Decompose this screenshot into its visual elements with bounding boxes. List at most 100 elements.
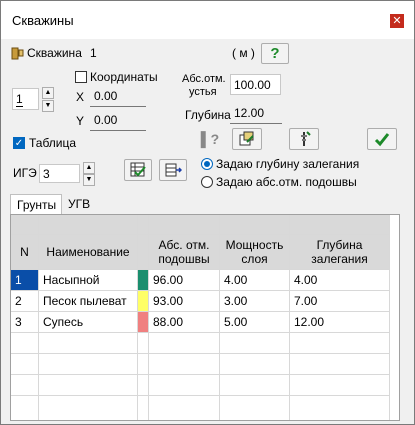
empty-row-cell[interactable] (138, 333, 149, 354)
row1-abs[interactable]: 96.00 (149, 270, 220, 291)
empty-row-cell[interactable] (39, 354, 138, 375)
elevation-label-line2: устья (189, 86, 217, 98)
row3-depth[interactable]: 12.00 (290, 312, 390, 333)
insert-row-button[interactable] (159, 159, 187, 181)
empty-row-cell[interactable] (220, 396, 290, 420)
header-blank (220, 215, 290, 235)
table-label: Таблица (29, 136, 77, 150)
row3-name[interactable]: Супесь (39, 312, 138, 333)
empty-row-cell[interactable] (11, 333, 39, 354)
edit-layer-button[interactable] (232, 128, 262, 150)
empty-row-cell[interactable] (220, 354, 290, 375)
elevation-input[interactable]: 100.00 (230, 74, 281, 95)
soil-grid[interactable]: N Наименование Абс. отм. подошвы Мощность… (10, 214, 400, 421)
tab-soils[interactable]: Грунты (10, 194, 62, 214)
header-name[interactable]: Наименование (39, 235, 138, 270)
tab-groundwater[interactable]: УГВ (62, 194, 102, 214)
header-depth[interactable]: Глубина залегания (290, 235, 390, 270)
header-abs[interactable]: Абс. отм. подошвы (149, 235, 220, 270)
window-title: Скважины (12, 13, 74, 28)
row1-n[interactable]: 1 (11, 270, 39, 291)
empty-row-cell[interactable] (39, 396, 138, 420)
row2-abs[interactable]: 93.00 (149, 291, 220, 312)
table-checkbox[interactable]: ✓ (13, 137, 25, 149)
coordinates-checkbox[interactable] (75, 71, 87, 83)
row3-color-swatch[interactable] (138, 312, 149, 333)
empty-row-cell[interactable] (39, 375, 138, 396)
empty-row-cell[interactable] (290, 354, 390, 375)
empty-row-cell[interactable] (11, 375, 39, 396)
ige-input[interactable]: 3 (39, 164, 80, 183)
radio-abs-elevation[interactable] (201, 176, 213, 188)
empty-row-cell[interactable] (290, 375, 390, 396)
header-blank (290, 215, 390, 235)
y-label: Y (76, 114, 85, 128)
green-check-icon (374, 133, 390, 147)
empty-row-cell[interactable] (290, 396, 390, 420)
empty-row-cell[interactable] (149, 396, 220, 420)
units-label: ( м ) (232, 46, 255, 60)
empty-row-cell[interactable] (220, 375, 290, 396)
elevation-label-line1: Абс.отм. (182, 73, 226, 85)
empty-row-cell[interactable] (220, 333, 290, 354)
header-blank (39, 215, 138, 235)
row1-color-swatch[interactable] (138, 270, 149, 291)
empty-row-cell[interactable] (290, 333, 390, 354)
apply-button[interactable] (367, 128, 397, 150)
row2-name[interactable]: Песок пылеват (39, 291, 138, 312)
spin-down-button[interactable]: ▼ (42, 100, 54, 112)
soil-list-button[interactable] (124, 159, 152, 181)
row1-thickness[interactable]: 4.00 (220, 270, 290, 291)
empty-row-cell[interactable] (149, 375, 220, 396)
title-bar[interactable]: Скважины ✕ (1, 1, 414, 39)
row2-color-swatch[interactable] (138, 291, 149, 312)
well-number-input[interactable]: 1 (12, 88, 39, 110)
row2-depth[interactable]: 7.00 (290, 291, 390, 312)
radio-depth[interactable] (201, 158, 213, 170)
empty-row-cell[interactable] (138, 375, 149, 396)
arrow-up-icon: ▲ (44, 89, 52, 96)
well-label: Скважина (27, 46, 82, 60)
ige-spin-up-button[interactable]: ▲ (83, 162, 95, 174)
row3-abs[interactable]: 88.00 (149, 312, 220, 333)
grid-corner-cell (11, 215, 39, 235)
coordinates-label: Координаты (90, 70, 158, 84)
checkmark-icon: ✓ (14, 138, 24, 149)
ige-label: ИГЭ (13, 166, 37, 180)
header-color[interactable] (138, 235, 149, 270)
well-icon (11, 47, 24, 60)
layers-edit-icon (239, 131, 254, 146)
empty-row-cell[interactable] (11, 354, 39, 375)
row1-depth[interactable]: 4.00 (290, 270, 390, 291)
help-button[interactable]: ? (261, 43, 289, 64)
empty-row-cell[interactable] (149, 354, 220, 375)
close-button[interactable]: ✕ (390, 14, 404, 28)
header-n[interactable]: N (11, 235, 39, 270)
row3-thickness[interactable]: 5.00 (220, 312, 290, 333)
header-thickness[interactable]: Мощность слоя (220, 235, 290, 270)
row2-n[interactable]: 2 (11, 291, 39, 312)
empty-row-cell[interactable] (39, 333, 138, 354)
x-label: X (76, 90, 85, 104)
x-value: 0.00 (90, 87, 146, 107)
help-icon: ? (270, 45, 280, 62)
spin-up-button[interactable]: ▲ (42, 87, 54, 99)
well-dialog: Скважины ✕ Скважина 1 ( м ) ? 1 ▲ ▼ Коор… (0, 0, 415, 425)
question-block-icon: ▌? (200, 131, 220, 147)
row1-name[interactable]: Насыпной (39, 270, 138, 291)
well-depth-button[interactable] (289, 128, 319, 150)
depth-label: Глубина (185, 108, 231, 122)
empty-row-cell[interactable] (138, 354, 149, 375)
table-insert-icon (165, 163, 183, 177)
empty-row-cell[interactable] (149, 333, 220, 354)
empty-row-cell[interactable] (11, 396, 39, 420)
row3-n[interactable]: 3 (11, 312, 39, 333)
ige-spin-down-button[interactable]: ▼ (83, 174, 95, 186)
empty-row-cell[interactable] (138, 396, 149, 420)
row2-thickness[interactable]: 3.00 (220, 291, 290, 312)
table-check-icon (130, 162, 146, 177)
unknown-soil-button[interactable]: ▌? (198, 129, 222, 149)
y-value: 0.00 (90, 111, 146, 131)
radio-depth-label: Задаю глубину залегания (216, 157, 360, 171)
close-icon: ✕ (392, 15, 402, 27)
